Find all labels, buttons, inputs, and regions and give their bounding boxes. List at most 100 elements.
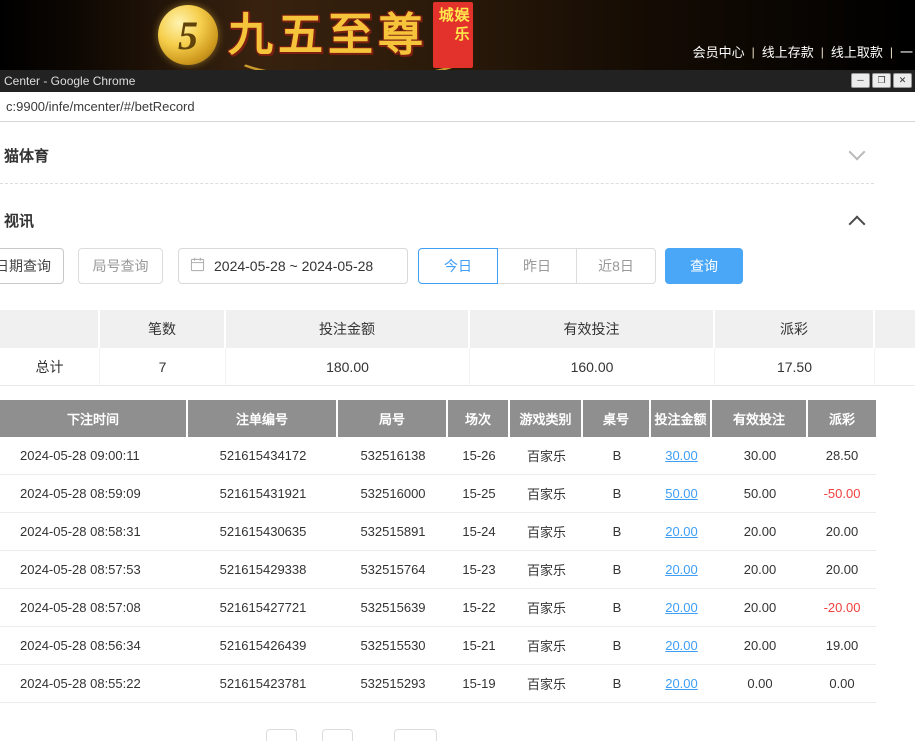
summary-bet-amount-value: 180.00	[226, 348, 470, 386]
header-bet-amount: 投注金额	[651, 400, 712, 437]
summary-count-value: 7	[100, 348, 226, 386]
summary-header-count: 笔数	[100, 310, 226, 348]
cell-payout: 0.00	[808, 665, 876, 702]
logo-coin-glyph: 5	[178, 12, 198, 59]
cell-payout: 20.00	[808, 513, 876, 550]
cell-payout: -50.00	[808, 475, 876, 512]
table-row: 2024-05-28 08:56:34521615426439532515530…	[0, 627, 876, 665]
close-button[interactable]: ✕	[893, 73, 912, 88]
browser-titlebar: Center - Google Chrome	[0, 70, 915, 92]
table-row: 2024-05-28 08:57:53521615429338532515764…	[0, 551, 876, 589]
nav-deposit[interactable]: 线上存款	[762, 42, 814, 61]
last-8-days-button[interactable]: 近8日	[576, 248, 656, 284]
section-divider	[0, 183, 874, 184]
date-range-input[interactable]: 2024-05-28 ~ 2024-05-28	[178, 248, 408, 284]
cell-round-no: 532516000	[338, 475, 448, 512]
summary-header-row: 笔数 投注金额 有效投注 派彩	[0, 310, 915, 348]
bet-amount-link[interactable]: 20.00	[651, 627, 712, 664]
url-text: c:9900/infe/mcenter/#/betRecord	[6, 99, 195, 114]
cell-game: 百家乐	[510, 589, 583, 626]
today-button[interactable]: 今日	[418, 248, 498, 284]
nav-separator: |	[821, 45, 824, 59]
cell-valid: 30.00	[712, 437, 808, 474]
summary-payout-value: 17.50	[715, 348, 875, 386]
header-bet-time: 下注时间	[0, 400, 188, 437]
bet-amount-link[interactable]: 30.00	[651, 437, 712, 474]
chevron-up-icon[interactable]	[849, 216, 866, 233]
window-title: Center - Google Chrome	[4, 74, 135, 88]
bet-table-body: 2024-05-28 09:00:11521615434172532516138…	[0, 437, 876, 703]
cell-game: 百家乐	[510, 665, 583, 702]
section-video[interactable]: 视讯	[4, 205, 34, 235]
cell-order-no: 521615434172	[188, 437, 338, 474]
chevron-down-icon[interactable]	[849, 144, 866, 161]
cell-time: 2024-05-28 08:56:34	[0, 627, 188, 664]
cell-game: 百家乐	[510, 627, 583, 664]
header-round-no: 局号	[338, 400, 448, 437]
section-sports-label: 猫体育	[4, 145, 49, 166]
pagination-button[interactable]	[266, 729, 297, 741]
summary-header-bet-amount: 投注金额	[226, 310, 470, 348]
section-video-label: 视讯	[4, 210, 34, 231]
bet-amount-link[interactable]: 20.00	[651, 665, 712, 702]
cell-round-no: 532515891	[338, 513, 448, 550]
summary-total-row: 总计 7 180.00 160.00 17.50	[0, 348, 915, 386]
table-row: 2024-05-28 08:55:22521615423781532515293…	[0, 665, 876, 703]
bet-amount-link[interactable]: 20.00	[651, 513, 712, 550]
nav-member-center[interactable]: 会员中心	[693, 42, 745, 61]
summary-clipped-value	[875, 348, 915, 386]
logo-coin-icon: 5	[158, 5, 218, 65]
cell-time: 2024-05-28 08:59:09	[0, 475, 188, 512]
section-sports[interactable]: 猫体育	[4, 140, 49, 170]
cell-time: 2024-05-28 09:00:11	[0, 437, 188, 474]
address-bar[interactable]: c:9900/infe/mcenter/#/betRecord	[0, 92, 915, 122]
nav-separator: |	[890, 45, 893, 59]
table-row: 2024-05-28 09:00:11521615434172532516138…	[0, 437, 876, 475]
search-button[interactable]: 查询	[665, 248, 743, 284]
date-query-button[interactable]: 日期查询	[0, 248, 64, 284]
cell-table-no: B	[583, 475, 651, 512]
cell-table-no: B	[583, 589, 651, 626]
logo-badge: 娱乐城	[433, 2, 473, 68]
maximize-button[interactable]: ❐	[872, 73, 891, 88]
cell-session: 15-21	[448, 627, 510, 664]
cell-session: 15-26	[448, 437, 510, 474]
cell-time: 2024-05-28 08:55:22	[0, 665, 188, 702]
window-controls: ─ ❐ ✕	[851, 73, 912, 88]
bet-amount-link[interactable]: 20.00	[651, 551, 712, 588]
summary-valid-bet-value: 160.00	[470, 348, 715, 386]
pagination-button[interactable]	[394, 729, 437, 741]
cell-payout: 20.00	[808, 551, 876, 588]
round-query-button[interactable]: 局号查询	[78, 248, 163, 284]
top-nav: 会员中心 | 线上存款 | 线上取款 | 一	[693, 42, 913, 61]
cell-table-no: B	[583, 665, 651, 702]
table-row: 2024-05-28 08:57:08521615427721532515639…	[0, 589, 876, 627]
site-banner: 5 九五至尊 娱乐城 会员中心 | 线上存款 | 线上取款 | 一	[0, 0, 915, 70]
summary-header-valid-bet: 有效投注	[470, 310, 715, 348]
cell-session: 15-19	[448, 665, 510, 702]
cell-table-no: B	[583, 551, 651, 588]
summary-table: 笔数 投注金额 有效投注 派彩 总计 7 180.00 160.00 17.50	[0, 310, 915, 386]
header-table-no: 桌号	[583, 400, 651, 437]
nav-truncated-item[interactable]: 一	[900, 42, 913, 61]
minimize-button[interactable]: ─	[851, 73, 870, 88]
calendar-icon	[190, 257, 205, 275]
bet-record-table: 下注时间 注单编号 局号 场次 游戏类别 桌号 投注金额 有效投注 派彩 202…	[0, 400, 876, 703]
cell-game: 百家乐	[510, 513, 583, 550]
yesterday-button[interactable]: 昨日	[497, 248, 577, 284]
table-row: 2024-05-28 08:59:09521615431921532516000…	[0, 475, 876, 513]
header-payout: 派彩	[808, 400, 876, 437]
cell-payout: 28.50	[808, 437, 876, 474]
screen: 5 九五至尊 娱乐城 会员中心 | 线上存款 | 线上取款 | 一 Center…	[0, 0, 915, 741]
bet-amount-link[interactable]: 20.00	[651, 589, 712, 626]
cell-table-no: B	[583, 437, 651, 474]
pagination-button[interactable]	[322, 729, 353, 741]
bet-amount-link[interactable]: 50.00	[651, 475, 712, 512]
page-content: 猫体育 视讯 日期查询 局号查询 2024-05-28 ~ 2024-05-28…	[0, 122, 915, 741]
cell-session: 15-25	[448, 475, 510, 512]
nav-withdraw[interactable]: 线上取款	[831, 42, 883, 61]
cell-valid: 0.00	[712, 665, 808, 702]
logo-title: 九五至尊	[228, 13, 428, 58]
cell-order-no: 521615431921	[188, 475, 338, 512]
cell-order-no: 521615429338	[188, 551, 338, 588]
